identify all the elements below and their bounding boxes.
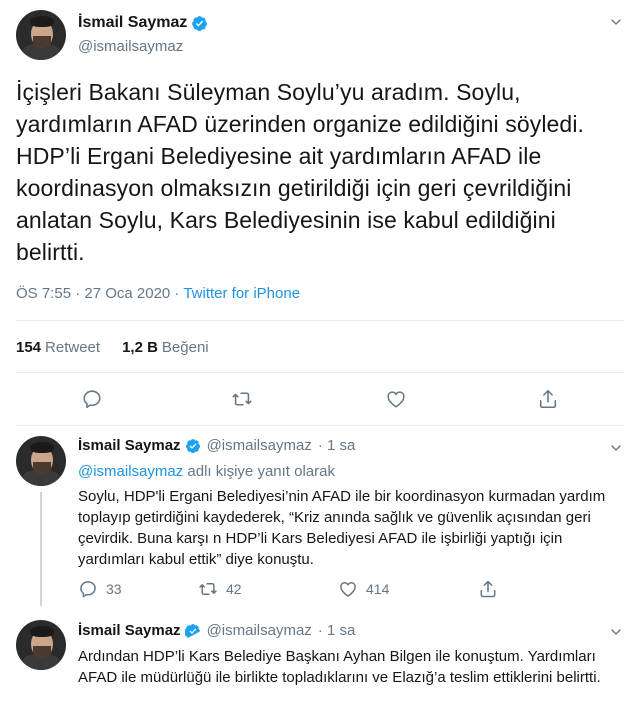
reply-tweet[interactable]: İsmail Saymaz @ismailsaymaz · 1 sa Ardın…: [0, 614, 640, 715]
tweet-source-link[interactable]: Twitter for iPhone: [183, 285, 300, 302]
tweet-text: İçişleri Bakanı Süleyman Soylu’yu aradım…: [16, 79, 585, 265]
like-stat-label: Beğeni: [161, 339, 209, 356]
avatar[interactable]: [16, 620, 66, 670]
replying-to-handle[interactable]: @ismailsaymaz: [78, 463, 183, 480]
reply-text: Soylu, HDP'li Ergani Belediyesi’nin AFAD…: [78, 488, 606, 568]
reply-author-name[interactable]: İsmail Saymaz: [78, 622, 181, 639]
reply-action[interactable]: 33: [78, 578, 198, 600]
reply-author-handle[interactable]: @ismailsaymaz: [207, 437, 312, 454]
like-stat[interactable]: 1,2 B Beğeni: [122, 339, 209, 356]
share-icon: [480, 580, 496, 598]
retweet-count: 154: [16, 339, 42, 356]
reply-icon[interactable]: [81, 388, 103, 410]
like-icon[interactable]: [385, 388, 407, 410]
author-row: İsmail Saymaz: [78, 14, 208, 32]
verified-badge-icon: [185, 438, 200, 453]
share-action[interactable]: [478, 578, 506, 600]
reply-actions: 33 42 414: [78, 578, 618, 600]
retweet-stat-label: Retweet: [45, 339, 101, 356]
divider: [16, 320, 624, 321]
reply-author-row: İsmail Saymaz @ismailsaymaz · 1 sa: [78, 437, 355, 454]
author-name[interactable]: İsmail Saymaz: [78, 14, 187, 32]
divider: [16, 425, 624, 426]
replying-to-label: adlı kişiye yanıt olarak: [183, 463, 335, 480]
reply-tweet[interactable]: İsmail Saymaz @ismailsaymaz · 1 sa @isma…: [0, 430, 640, 610]
chevron-down-icon[interactable]: [608, 14, 624, 30]
reply-text: Ardından HDP’li Kars Belediye Başkanı Ay…: [78, 648, 601, 686]
tweet-stats: 154 Retweet 1,2 B Beğeni: [16, 339, 209, 356]
replying-to: @ismailsaymaz adlı kişiye yanıt olarak: [78, 461, 626, 482]
avatar[interactable]: [16, 10, 66, 60]
divider: [16, 372, 624, 373]
avatar[interactable]: [16, 436, 66, 486]
reply-count: 33: [106, 581, 122, 597]
retweet-stat[interactable]: 154 Retweet: [16, 339, 100, 356]
chevron-down-icon[interactable]: [608, 624, 624, 640]
reply-author-handle[interactable]: @ismailsaymaz: [207, 622, 312, 639]
tweet-actions: [0, 388, 640, 412]
like-count: 1,2 B: [122, 339, 158, 356]
main-tweet: İsmail Saymaz @ismailsaymaz İçişleri Bak…: [0, 0, 640, 430]
author-handle[interactable]: @ismailsaymaz: [78, 38, 183, 55]
like-count: 414: [366, 581, 390, 597]
tweet-meta: ÖS 7:55 · 27 Oca 2020 · Twitter for iPho…: [16, 285, 300, 302]
reply-icon: [80, 581, 96, 598]
thread-line: [40, 492, 42, 606]
verified-badge-icon: [184, 623, 200, 638]
like-action[interactable]: 414: [338, 578, 478, 600]
verified-badge-icon: [192, 15, 208, 31]
reply-author-row: İsmail Saymaz @ismailsaymaz · 1 sa: [78, 622, 355, 639]
retweet-action[interactable]: 42: [198, 578, 338, 600]
retweet-icon: [199, 583, 217, 595]
reply-timestamp[interactable]: · 1 sa: [318, 622, 356, 639]
share-icon[interactable]: [537, 388, 559, 410]
like-icon: [340, 582, 356, 597]
retweet-count: 42: [226, 581, 242, 597]
reply-timestamp[interactable]: · 1 sa: [318, 437, 356, 454]
retweet-icon[interactable]: [231, 388, 253, 410]
reply-author-name[interactable]: İsmail Saymaz: [78, 437, 181, 454]
tweet-timestamp[interactable]: ÖS 7:55 · 27 Oca 2020 ·: [16, 285, 183, 302]
chevron-down-icon[interactable]: [608, 440, 624, 456]
